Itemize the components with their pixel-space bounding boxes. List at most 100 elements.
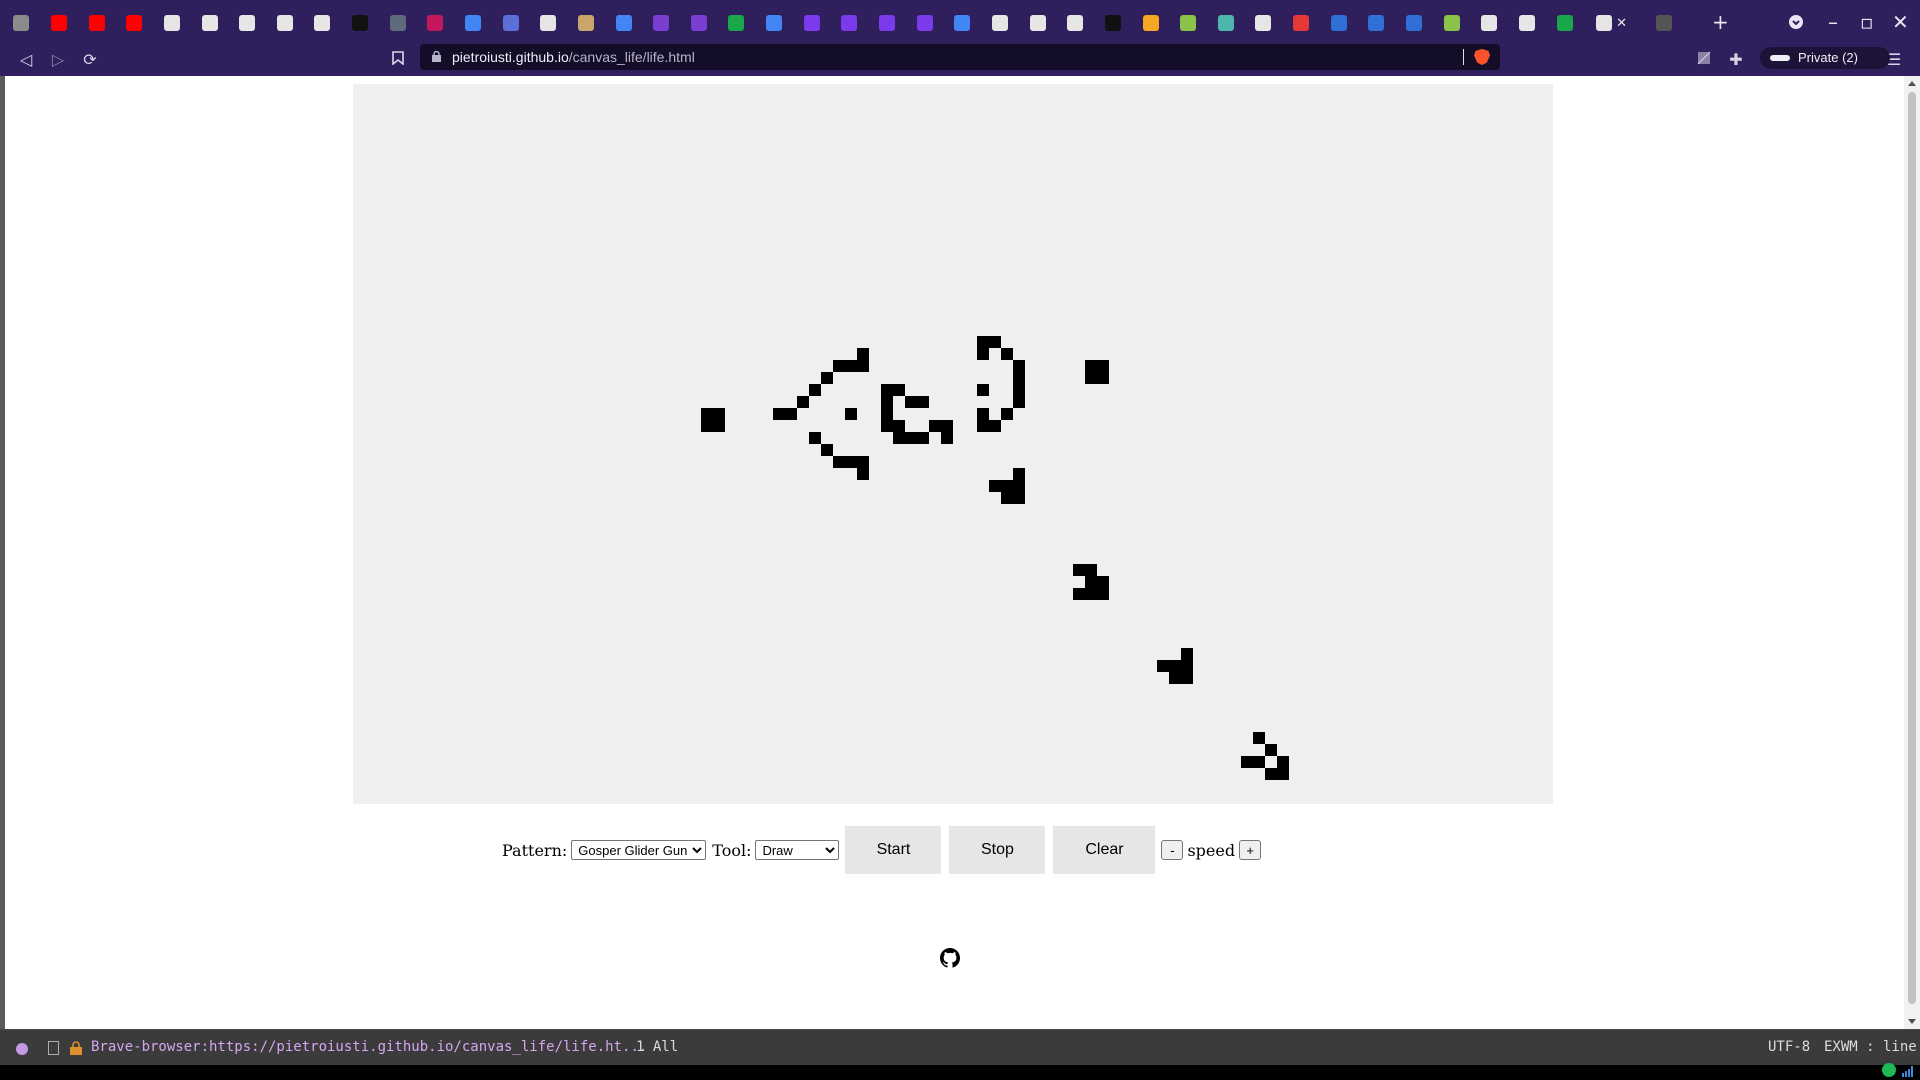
tab-favicon-icon (540, 15, 557, 31)
speed-label: speed (1187, 840, 1236, 860)
mode-line: Brave-browser:https://pietroiusti.github… (0, 1029, 1920, 1066)
browser-tab[interactable] (501, 13, 520, 33)
browser-tab[interactable] (1104, 13, 1123, 33)
browser-tab[interactable] (1442, 13, 1461, 33)
private-window-label: Private (2) (1798, 50, 1858, 65)
browser-tab[interactable] (727, 13, 746, 33)
browser-tab[interactable] (50, 13, 69, 33)
live-cell (1097, 576, 1109, 588)
tab-favicon-icon (879, 15, 896, 31)
browser-tab[interactable] (313, 13, 332, 33)
browser-tab[interactable] (915, 13, 934, 33)
address-text[interactable]: pietroiusti.github.io/canvas_life/life.h… (452, 49, 695, 65)
address-bar[interactable]: pietroiusti.github.io/canvas_life/life.h… (420, 44, 1500, 70)
browser-tab[interactable] (464, 13, 483, 33)
stop-button[interactable]: Stop (949, 826, 1046, 874)
reload-button[interactable]: ⟳ (80, 50, 100, 70)
tab-favicon-icon (1330, 15, 1347, 31)
scroll-down-arrow[interactable] (1908, 1019, 1916, 1024)
browser-tab[interactable] (1405, 13, 1424, 33)
live-cell (977, 336, 989, 348)
browser-tab[interactable] (614, 13, 633, 33)
browser-tab[interactable] (991, 13, 1010, 33)
browser-tab[interactable]: ✕ (1593, 13, 1630, 33)
private-window-badge[interactable]: Private (2) (1760, 47, 1890, 69)
live-cell (1001, 408, 1013, 420)
start-button[interactable]: Start (845, 826, 942, 874)
maximize-button[interactable]: ▫ (1860, 10, 1874, 34)
live-cell (1157, 660, 1169, 672)
pattern-select[interactable]: Gosper Glider Gun (571, 840, 707, 860)
live-cell (905, 432, 917, 444)
browser-tab[interactable] (1480, 13, 1499, 33)
browser-tab[interactable] (878, 13, 897, 33)
browser-tab[interactable] (351, 13, 370, 33)
page-scrollbar[interactable] (1904, 76, 1920, 1029)
browser-tab[interactable] (1066, 13, 1085, 33)
browser-tab[interactable] (275, 13, 294, 33)
close-tab-icon[interactable]: ✕ (1616, 16, 1627, 31)
browser-tab[interactable] (1518, 13, 1537, 33)
life-canvas[interactable] (353, 84, 1553, 804)
browser-tab[interactable] (1254, 13, 1273, 33)
browser-tab[interactable] (1555, 13, 1574, 33)
browser-tab[interactable] (690, 13, 709, 33)
browser-tab[interactable] (802, 13, 821, 33)
browser-tab[interactable] (12, 13, 31, 33)
tab-favicon-icon (1481, 15, 1498, 31)
live-cell (1181, 660, 1193, 672)
browser-tab[interactable] (200, 13, 219, 33)
input-mode-indicator: EXWM : line (1824, 1039, 1917, 1055)
browser-tab[interactable] (426, 13, 445, 33)
back-button[interactable]: ◁ (16, 50, 36, 70)
browser-tab[interactable] (1292, 13, 1311, 33)
browser-tab[interactable] (765, 13, 784, 33)
browser-tab[interactable] (1654, 13, 1673, 33)
browser-tab[interactable] (87, 13, 106, 33)
browser-tab[interactable] (1367, 13, 1386, 33)
live-cell (1241, 756, 1253, 768)
minimize-button[interactable]: – (1828, 10, 1838, 34)
tool-select[interactable]: Draw (755, 840, 840, 860)
browser-tab[interactable] (539, 13, 558, 33)
close-window-button[interactable]: ✕ (1892, 10, 1909, 34)
browser-tab[interactable] (1329, 13, 1348, 33)
live-cell (785, 408, 797, 420)
live-cell (833, 360, 845, 372)
browser-tab[interactable] (388, 13, 407, 33)
new-tab-button[interactable]: + (1712, 10, 1729, 34)
tab-search-icon[interactable] (1788, 10, 1804, 35)
speed-decrease-button[interactable]: - (1161, 840, 1184, 860)
browser-tab[interactable] (840, 13, 859, 33)
browser-tab[interactable] (1217, 13, 1236, 33)
browser-tab[interactable] (238, 13, 257, 33)
forward-button[interactable]: ▷ (48, 50, 68, 70)
browser-tab[interactable] (1179, 13, 1198, 33)
brave-shields-icon[interactable] (1474, 49, 1490, 65)
live-cell (1013, 468, 1025, 480)
live-cell (1013, 360, 1025, 372)
browser-tab[interactable] (953, 13, 972, 33)
lock-icon (432, 51, 441, 62)
browser-tab[interactable] (1141, 13, 1160, 33)
live-cell (941, 432, 953, 444)
live-cell (1277, 756, 1289, 768)
live-cell (1013, 396, 1025, 408)
tab-favicon-icon (1655, 15, 1672, 31)
bookmark-icon[interactable] (388, 50, 408, 70)
speed-increase-button[interactable]: + (1239, 840, 1262, 860)
scroll-up-arrow[interactable] (1908, 81, 1916, 86)
browser-tab[interactable] (577, 13, 596, 33)
browser-tab[interactable] (1028, 13, 1047, 33)
browser-tab[interactable] (163, 13, 182, 33)
live-cell (893, 384, 905, 396)
clear-button[interactable]: Clear (1053, 826, 1156, 874)
live-cell (1181, 672, 1193, 684)
extension-icon[interactable] (1694, 50, 1714, 70)
extensions-puzzle-icon[interactable]: ✚ (1726, 50, 1746, 70)
scrollbar-thumb[interactable] (1908, 92, 1916, 1004)
github-icon[interactable] (940, 948, 960, 968)
browser-tab[interactable] (652, 13, 671, 33)
browser-tab[interactable] (125, 13, 144, 33)
pattern-label: Pattern: (502, 840, 568, 860)
